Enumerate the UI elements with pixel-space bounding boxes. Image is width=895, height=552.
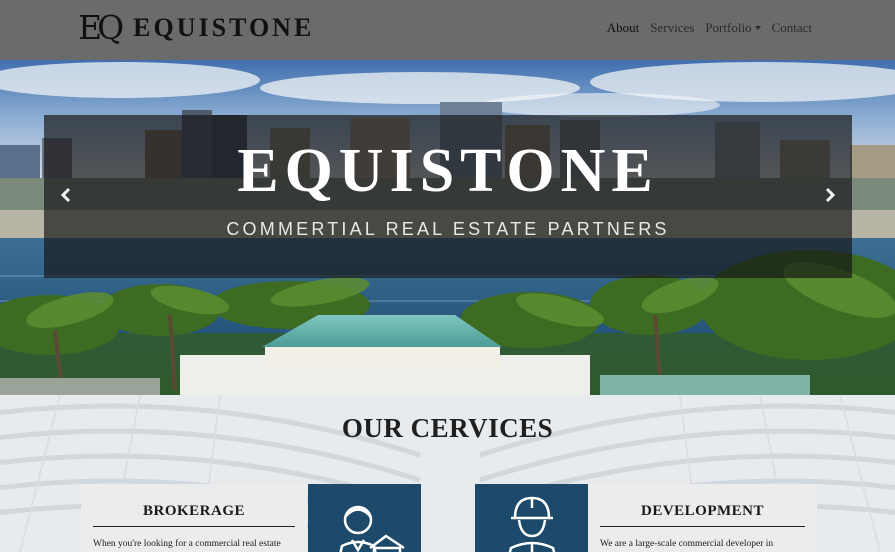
caret-down-icon — [754, 26, 761, 30]
development-text: We are a large-scale commercial develope… — [600, 539, 774, 549]
navbar: EQ EQUISTONE About Services Portfolio Co… — [0, 0, 895, 60]
services-title: OUR CERVICES — [341, 413, 554, 443]
logo-text: EQUISTONE — [133, 13, 315, 42]
development-card: DEVELOPMENT We are a large-scale commerc… — [588, 484, 817, 552]
carousel-next-button[interactable] — [822, 185, 838, 205]
brokerage-card: BROKERAGE When you're looking for a comm… — [81, 484, 307, 552]
nav-portfolio-dropdown[interactable]: Portfolio — [705, 20, 761, 36]
brokerage-text: When you're looking for a commercial rea… — [93, 539, 281, 549]
development-heading: DEVELOPMENT — [640, 503, 764, 519]
hero-subtitle: COMMERTIAL REAL ESTATE PARTNERS — [226, 219, 670, 239]
hero-caption: EQUISTONE COMMERTIAL REAL ESTATE PARTNER… — [44, 115, 852, 278]
brokerage-heading: BROKERAGE — [142, 503, 245, 519]
hero-carousel: EQUISTONE COMMERTIAL REAL ESTATE PARTNER… — [0, 60, 895, 395]
carousel-prev-button[interactable] — [58, 185, 74, 205]
nav-services[interactable]: Services — [650, 20, 694, 36]
nav-about[interactable]: About — [607, 20, 640, 36]
brand-logo[interactable]: EQ EQUISTONE — [78, 8, 314, 48]
nav-contact[interactable]: Contact — [772, 20, 812, 36]
chevron-right-icon — [825, 187, 836, 203]
agent-icon — [339, 505, 405, 552]
main-nav: About Services Portfolio Contact — [607, 20, 812, 36]
builder-helmet-icon — [508, 496, 556, 552]
hero-title: EQUISTONE — [237, 137, 659, 205]
services-section: OUR CERVICES BROKERAGE When you're looki… — [0, 395, 895, 552]
divider — [93, 526, 295, 527]
logo-mark: EQ — [78, 8, 124, 47]
nav-portfolio-label: Portfolio — [705, 20, 752, 35]
divider — [600, 526, 805, 527]
chevron-left-icon — [60, 187, 71, 203]
brokerage-icon-box — [308, 484, 421, 552]
development-icon-box — [475, 484, 588, 552]
